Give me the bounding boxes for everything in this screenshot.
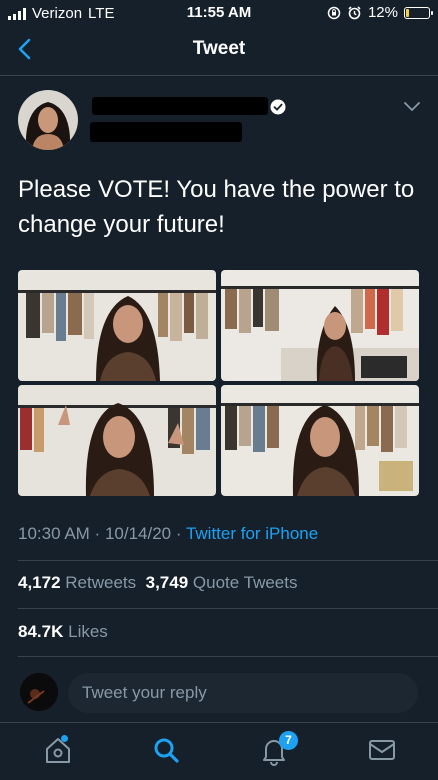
tweet-photo-1[interactable]: [18, 270, 216, 381]
user-avatar[interactable]: [20, 673, 58, 711]
status-right: 12%: [327, 4, 433, 21]
verified-badge-icon: [270, 99, 286, 115]
battery-fill: [406, 8, 409, 17]
home-icon[interactable]: [42, 734, 74, 766]
tweet-photo-4[interactable]: [221, 385, 419, 496]
reply-input[interactable]: Tweet your reply: [68, 673, 418, 713]
tabbar-divider: [0, 722, 438, 723]
home-new-indicator: [61, 735, 68, 742]
chevron-down-icon[interactable]: [402, 100, 422, 114]
lock-rotation-icon: [327, 6, 341, 19]
header: Tweet: [0, 28, 438, 74]
likes-divider: [18, 656, 438, 657]
quote-tweets-count: 3,749: [145, 573, 189, 592]
retweets-link[interactable]: 4,172 Retweets: [18, 573, 136, 592]
tweet-source-link[interactable]: Twitter for iPhone: [186, 524, 318, 543]
quote-tweets-label: Quote Tweets: [192, 573, 298, 592]
search-icon[interactable]: [150, 734, 182, 766]
tweet-photo-2[interactable]: [221, 270, 419, 381]
redacted-display-name: [92, 97, 268, 115]
header-divider: [0, 75, 438, 76]
battery-icon: [404, 6, 433, 19]
retweets-label: Retweets: [65, 573, 137, 592]
page-title: Tweet: [192, 38, 246, 59]
status-bar: Verizon LTE 11:55 AM 12%: [0, 0, 438, 26]
meta-separator: ·: [171, 524, 186, 543]
battery-percent: 12%: [367, 4, 398, 21]
tweet-timestamp: 10:30 AM · 10/14/20 · Twitter for iPhone: [18, 524, 318, 544]
retweet-stats-row: 4,172 Retweets 3,749 Quote Tweets: [18, 573, 297, 593]
meta-divider: [18, 560, 438, 561]
stats-divider: [18, 608, 438, 609]
redacted-username: [90, 122, 242, 142]
meta-separator: ·: [89, 524, 105, 543]
notifications-badge: 7: [279, 731, 298, 750]
quote-tweets-link[interactable]: 3,749 Quote Tweets: [146, 573, 298, 592]
likes-stats-row[interactable]: 84.7K Likes: [18, 622, 108, 642]
author-avatar[interactable]: [18, 90, 78, 150]
likes-count: 84.7K: [18, 622, 64, 641]
tweet-text: Please VOTE! You have the power to chang…: [18, 176, 415, 238]
likes-label: Likes: [68, 622, 108, 641]
messages-icon[interactable]: [366, 734, 398, 766]
alarm-icon: [348, 6, 361, 20]
tweet-time: 10:30 AM: [18, 524, 90, 543]
retweets-count: 4,172: [18, 573, 61, 592]
tweet-date: 10/14/20: [104, 524, 172, 543]
tweet-photo-3[interactable]: [18, 385, 216, 496]
